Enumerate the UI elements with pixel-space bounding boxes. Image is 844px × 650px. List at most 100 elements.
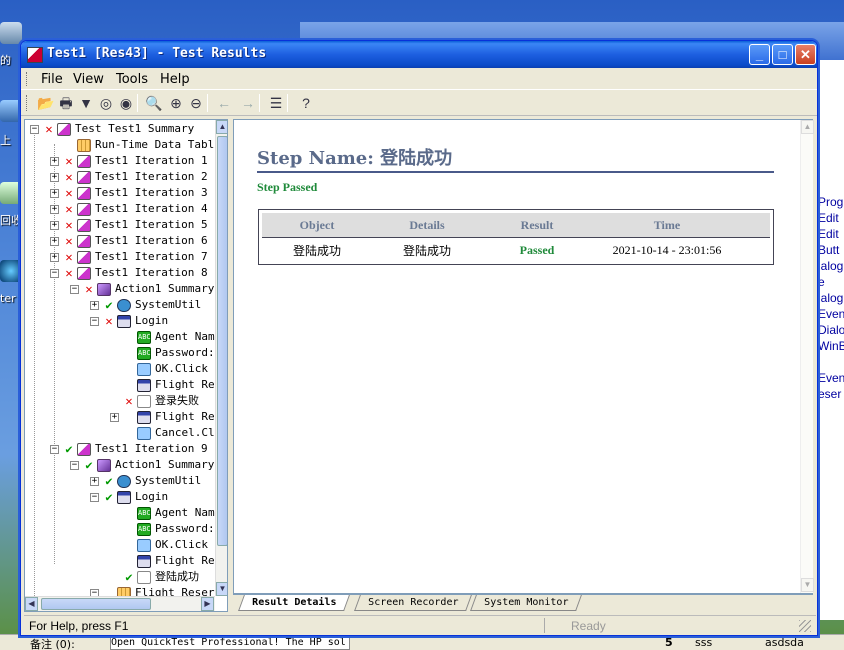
tree-node[interactable]: − ✕ Test1 Iteration 8 (25, 265, 215, 281)
menu-view[interactable]: View (73, 72, 104, 87)
help-icon[interactable]: ? (297, 94, 315, 112)
zoom-out-icon[interactable]: ⊖ (187, 94, 205, 112)
tree-vertical-thumb[interactable] (217, 136, 227, 546)
tree-node[interactable]: Flight Re (25, 553, 215, 569)
tree-node-label: Flight Re (155, 554, 215, 567)
tree-node[interactable]: ✔ 登陆成功 (25, 569, 215, 585)
maximize-button[interactable]: □ (772, 44, 793, 65)
scroll-left-arrow[interactable]: ◀ (25, 597, 38, 611)
recycle-icon[interactable] (0, 182, 22, 204)
menu-help[interactable]: Help (160, 72, 190, 87)
tree-node[interactable]: − ✔ Action1 Summary (25, 457, 215, 473)
table-divider (262, 237, 770, 238)
filter-icon[interactable]: ▼ (77, 94, 95, 112)
tree-vertical-scrollbar[interactable]: ▲ ▼ (215, 120, 227, 596)
tree-node[interactable]: ✕ 登录失败 (25, 393, 215, 409)
expand-icon[interactable]: + (50, 173, 59, 182)
collapse-icon[interactable]: ☰ (267, 94, 285, 112)
tree-node[interactable]: − ✔ Login (25, 489, 215, 505)
find-icon[interactable]: ◎ (97, 94, 115, 112)
resize-grip[interactable] (799, 620, 811, 632)
tree-node[interactable]: − ✕ Test Test1 Summary (25, 121, 215, 137)
tree-node[interactable]: Cancel.Cl (25, 425, 215, 441)
ie-icon[interactable] (0, 260, 22, 282)
print-icon[interactable]: 🖶 (57, 94, 75, 112)
zoom-icon[interactable]: 🔍 (145, 94, 163, 112)
expand-icon[interactable]: + (50, 253, 59, 262)
expand-icon[interactable]: + (50, 205, 59, 214)
zoom-in-icon[interactable]: ⊕ (167, 94, 185, 112)
tab-system-monitor[interactable]: System Monitor (470, 595, 583, 611)
bottom-c1: sss (695, 636, 713, 649)
collapse-icon[interactable]: − (50, 269, 59, 278)
tree-horizontal-scrollbar[interactable]: ◀ ▶ (25, 596, 215, 611)
expand-icon[interactable]: + (110, 413, 119, 422)
failed-icon: ✕ (65, 186, 73, 200)
background-list-item: ialog (818, 259, 844, 273)
tree-node[interactable]: OK.Click (25, 537, 215, 553)
menu-tools[interactable]: Tools (116, 72, 148, 87)
collapse-icon[interactable]: − (30, 125, 39, 134)
background-window-bottom: 备注 (0): Open QuickTest Professional! The… (0, 634, 844, 650)
tree-node[interactable]: − Flight Reser (25, 585, 215, 596)
scroll-right-arrow[interactable]: ▶ (201, 597, 214, 611)
tree-node[interactable]: + ✔ SystemUtil (25, 473, 215, 489)
title-bar[interactable]: Test1 [Res43] - Test Results _ □ ✕ (21, 41, 817, 68)
tree-node[interactable]: ABC Password: (25, 345, 215, 361)
scroll-up-arrow[interactable]: ▲ (216, 120, 227, 134)
toolbar-grip[interactable] (26, 95, 29, 111)
tree-horizontal-thumb[interactable] (41, 598, 151, 610)
tree-node[interactable]: ABC Agent Nam (25, 505, 215, 521)
expand-icon[interactable]: + (50, 237, 59, 246)
expand-icon[interactable]: + (90, 477, 99, 486)
expand-icon[interactable]: + (50, 157, 59, 166)
details-vertical-scrollbar[interactable]: ▲ ▼ (800, 120, 814, 593)
tree-node[interactable]: − ✕ Action1 Summary (25, 281, 215, 297)
tree-node[interactable]: ABC Password: (25, 521, 215, 537)
details-scroll-up[interactable]: ▲ (801, 120, 814, 134)
background-list-item: Dialo (818, 323, 844, 337)
tree-node[interactable]: − ✔ Test1 Iteration 9 (25, 441, 215, 457)
collapse-icon[interactable]: − (70, 285, 79, 294)
background-list-item: e (818, 275, 825, 289)
tree-node[interactable]: + ✕ Test1 Iteration 7 (25, 249, 215, 265)
failed-icon: ✕ (105, 314, 113, 328)
minimize-button[interactable]: _ (749, 44, 770, 65)
tree-node[interactable]: + ✕ Test1 Iteration 6 (25, 233, 215, 249)
collapse-icon[interactable]: − (90, 493, 99, 502)
tree-node[interactable]: + ✔ SystemUtil (25, 297, 215, 313)
tree-node[interactable]: OK.Click (25, 361, 215, 377)
collapse-icon[interactable]: − (50, 445, 59, 454)
tree-node[interactable]: Flight Re (25, 377, 215, 393)
tree-node[interactable]: + ✕ Test1 Iteration 5 (25, 217, 215, 233)
tree-node[interactable]: + ✕ Test1 Iteration 1 (25, 153, 215, 169)
tree-node[interactable]: + ✕ Test1 Iteration 3 (25, 185, 215, 201)
tree-node[interactable]: − ✕ Login (25, 313, 215, 329)
tree-node[interactable]: + ✕ Test1 Iteration 2 (25, 169, 215, 185)
find-next-icon[interactable]: ◉ (117, 94, 135, 112)
collapse-icon[interactable]: − (90, 317, 99, 326)
computer-icon[interactable] (0, 22, 22, 44)
expand-icon[interactable]: + (50, 221, 59, 230)
collapse-icon[interactable]: − (70, 461, 79, 470)
tab-result-details[interactable]: Result Details (238, 595, 351, 611)
expand-icon[interactable]: + (90, 301, 99, 310)
tree-node[interactable]: ABC Agent Nam (25, 329, 215, 345)
open-icon[interactable]: 📂 (37, 94, 55, 112)
forward-icon[interactable]: → (239, 94, 257, 112)
details-scroll-down[interactable]: ▼ (801, 578, 814, 592)
scroll-down-arrow[interactable]: ▼ (216, 582, 227, 596)
util-icon (117, 299, 131, 312)
menubar-grip[interactable] (26, 72, 29, 86)
tree-node[interactable]: Run-Time Data Tabl (25, 137, 215, 153)
collapse-icon[interactable]: − (90, 589, 99, 596)
expand-icon[interactable]: + (50, 189, 59, 198)
menu-file[interactable]: File (41, 72, 63, 87)
tree-node[interactable]: + Flight Re (25, 409, 215, 425)
network-icon[interactable] (0, 100, 22, 122)
passed-icon: ✔ (125, 570, 133, 584)
back-icon[interactable]: ← (215, 94, 233, 112)
close-button[interactable]: ✕ (795, 44, 816, 65)
tab-screen-recorder[interactable]: Screen Recorder (354, 595, 473, 611)
tree-node[interactable]: + ✕ Test1 Iteration 4 (25, 201, 215, 217)
